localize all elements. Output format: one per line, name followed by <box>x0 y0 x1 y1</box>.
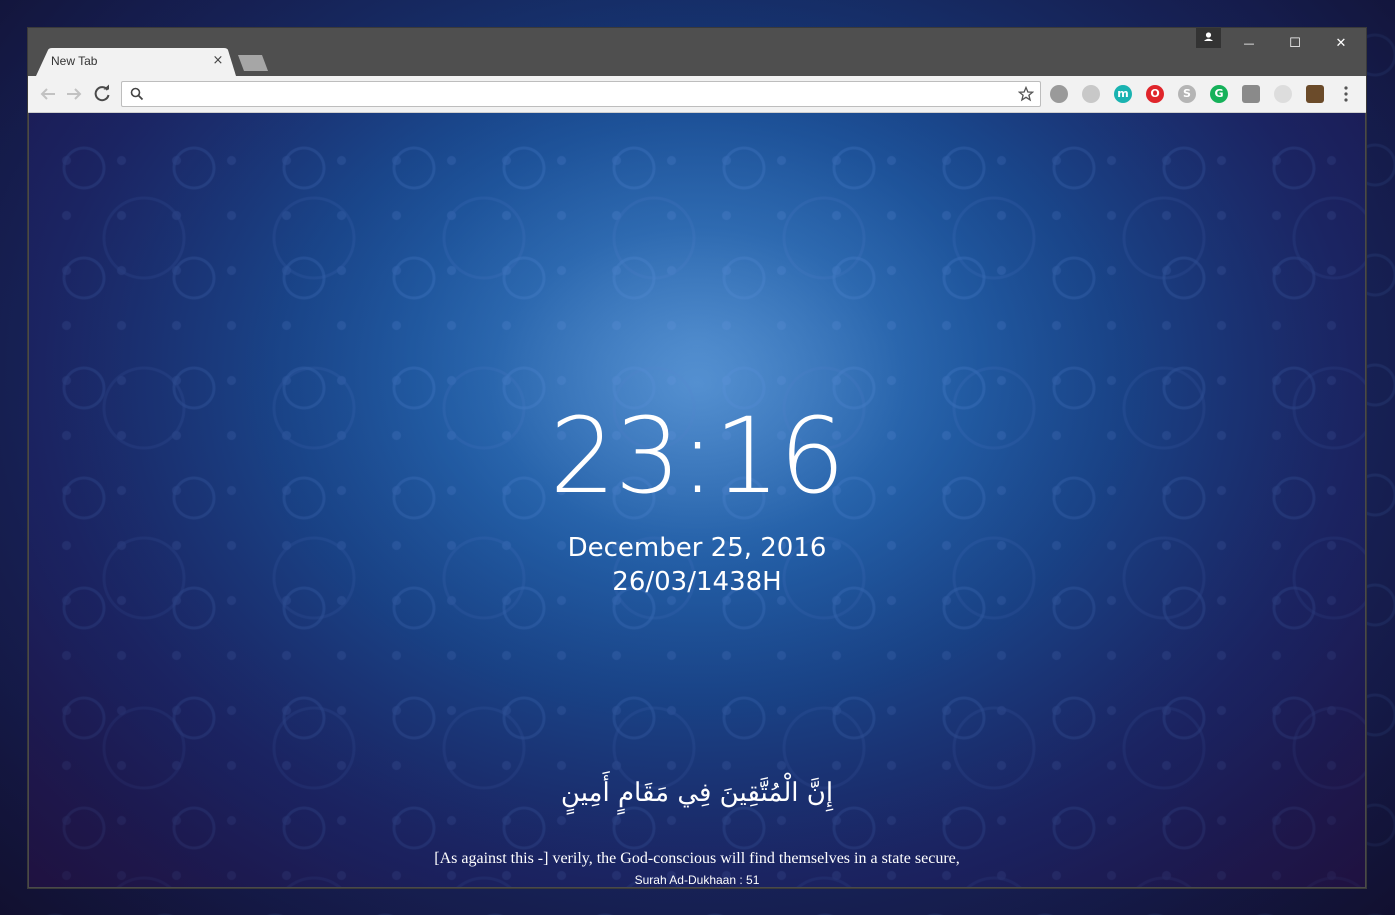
title-bar: New Tab × — ☐ ✕ <box>28 28 1366 76</box>
extension-image-icon[interactable] <box>1306 85 1324 103</box>
verse-reference: Surah Ad-Dukhaan : 51 <box>634 873 760 887</box>
verse-translation: [As against this -] verily, the God-cons… <box>434 850 960 867</box>
close-window-button[interactable]: ✕ <box>1318 28 1364 58</box>
tab-close-icon[interactable]: × <box>210 52 226 70</box>
new-tab-page: 23:16 December 25, 2016 26/03/1438H إِنَ… <box>29 113 1365 887</box>
gregorian-date: December 25, 2016 <box>567 533 827 563</box>
more-vert-icon <box>1344 86 1348 102</box>
extension-square-icon[interactable] <box>1242 85 1260 103</box>
profile-button[interactable] <box>1196 28 1221 48</box>
extension-faded-icon[interactable] <box>1274 85 1292 103</box>
verse-arabic-text: إِنَّ الْمُتَّقِينَ فِي مَقَامٍ أَمِينٍ <box>560 778 834 808</box>
extension-skype-icon[interactable]: S <box>1178 85 1196 103</box>
reload-icon <box>94 84 110 102</box>
extension-m-icon-glyph: m <box>1117 87 1129 100</box>
close-icon: ✕ <box>1335 36 1347 51</box>
new-tab-button[interactable] <box>238 55 268 71</box>
bookmark-star-icon[interactable] <box>1018 86 1034 102</box>
search-icon <box>130 87 144 101</box>
maximize-button[interactable]: ☐ <box>1272 28 1318 58</box>
menu-button[interactable] <box>1334 82 1358 106</box>
forward-arrow-icon <box>67 88 82 100</box>
extension-grammarly-icon[interactable]: G <box>1210 85 1228 103</box>
person-icon <box>1204 32 1213 41</box>
minimize-button[interactable]: — <box>1226 28 1272 58</box>
back-button[interactable] <box>36 82 60 106</box>
extension-m-icon[interactable]: m <box>1114 85 1132 103</box>
forward-button[interactable] <box>62 82 86 106</box>
extension-opera-icon[interactable]: O <box>1146 85 1164 103</box>
tab-title: New Tab <box>51 54 98 68</box>
address-bar[interactable] <box>121 81 1041 107</box>
browser-toolbar: mOSG <box>28 76 1366 113</box>
minimize-icon: — <box>1243 37 1255 50</box>
hijri-date: 26/03/1438H <box>612 567 782 597</box>
extension-opera-icon-glyph: O <box>1150 87 1160 100</box>
browser-window: New Tab × — ☐ ✕ m O S G 23:16 December 2… <box>28 28 1366 888</box>
address-input[interactable] <box>148 84 1012 104</box>
clock-time: 23:16 <box>549 395 846 517</box>
reload-button[interactable] <box>90 82 114 106</box>
extension-light-gray-icon[interactable] <box>1082 85 1100 103</box>
maximize-icon: ☐ <box>1289 36 1301 51</box>
extension-gray-icon[interactable] <box>1050 85 1068 103</box>
extension-skype-icon-glyph: S <box>1183 87 1191 100</box>
extension-grammarly-icon-glyph: G <box>1214 87 1224 100</box>
back-arrow-icon <box>40 88 55 100</box>
